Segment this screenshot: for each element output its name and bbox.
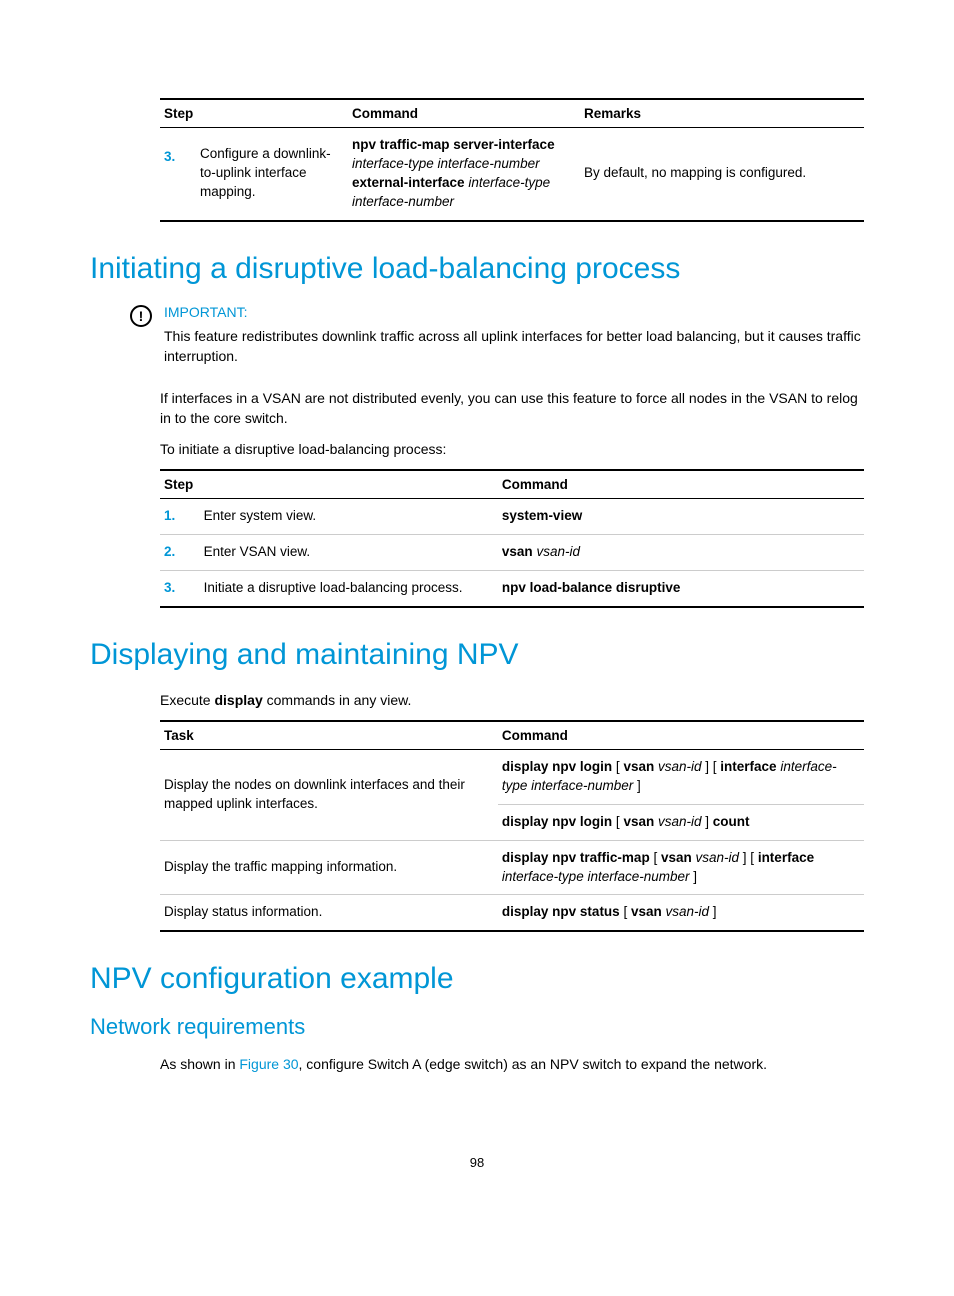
col-command: Command: [498, 470, 864, 499]
command-cell: display npv traffic-map [ vsan vsan-id ]…: [498, 840, 864, 895]
table-row: 3. Initiate a disruptive load-balancing …: [160, 570, 864, 606]
step-number: 3.: [164, 148, 186, 167]
heading-displaying-npv: Displaying and maintaining NPV: [90, 638, 864, 672]
col-command: Command: [498, 721, 864, 750]
heading-npv-example: NPV configuration example: [90, 962, 864, 996]
command-cell: display npv login [ vsan vsan-id ] count: [498, 804, 864, 840]
col-step: Step: [160, 470, 498, 499]
paragraph: If interfaces in a VSAN are not distribu…: [160, 388, 864, 429]
important-icon: !: [130, 305, 152, 327]
heading-network-req: Network requirements: [90, 1014, 864, 1040]
command-cell: npv traffic-map server-interface interfa…: [348, 128, 580, 221]
paragraph: As shown in Figure 30, configure Switch …: [160, 1054, 864, 1074]
important-note: ! IMPORTANT: This feature redistributes …: [130, 304, 864, 367]
loadbalance-table: Step Command 1. Enter system view. syste…: [160, 469, 864, 608]
table-row: Display status information. display npv …: [160, 895, 864, 931]
mapping-table: Step Command Remarks 3. Configure a down…: [160, 98, 864, 222]
command-cell: display npv login [ vsan vsan-id ] [ int…: [498, 750, 864, 805]
page-number: 98: [90, 1155, 864, 1170]
remarks-cell: By default, no mapping is configured.: [580, 128, 864, 221]
col-step: Step: [160, 99, 348, 128]
important-text: This feature redistributes downlink traf…: [164, 326, 864, 367]
table-row: 2. Enter VSAN view. vsan vsan-id: [160, 534, 864, 570]
table-row: Display the nodes on downlink interfaces…: [160, 750, 864, 805]
table-row: 3. Configure a downlink-to-uplink interf…: [160, 128, 864, 221]
heading-load-balancing: Initiating a disruptive load-balancing p…: [90, 252, 864, 286]
display-table: Task Command Display the nodes on downli…: [160, 720, 864, 932]
important-label: IMPORTANT:: [164, 304, 864, 320]
figure-link[interactable]: Figure 30: [239, 1056, 298, 1072]
command-cell: display npv status [ vsan vsan-id ]: [498, 895, 864, 931]
col-remarks: Remarks: [580, 99, 864, 128]
table-row: Display the traffic mapping information.…: [160, 840, 864, 895]
col-task: Task: [160, 721, 498, 750]
table-row: 1. Enter system view. system-view: [160, 499, 864, 535]
step-text: Configure a downlink-to-uplink interface…: [196, 128, 348, 221]
col-command: Command: [348, 99, 580, 128]
paragraph: Execute display commands in any view.: [160, 690, 864, 710]
paragraph: To initiate a disruptive load-balancing …: [160, 439, 864, 459]
